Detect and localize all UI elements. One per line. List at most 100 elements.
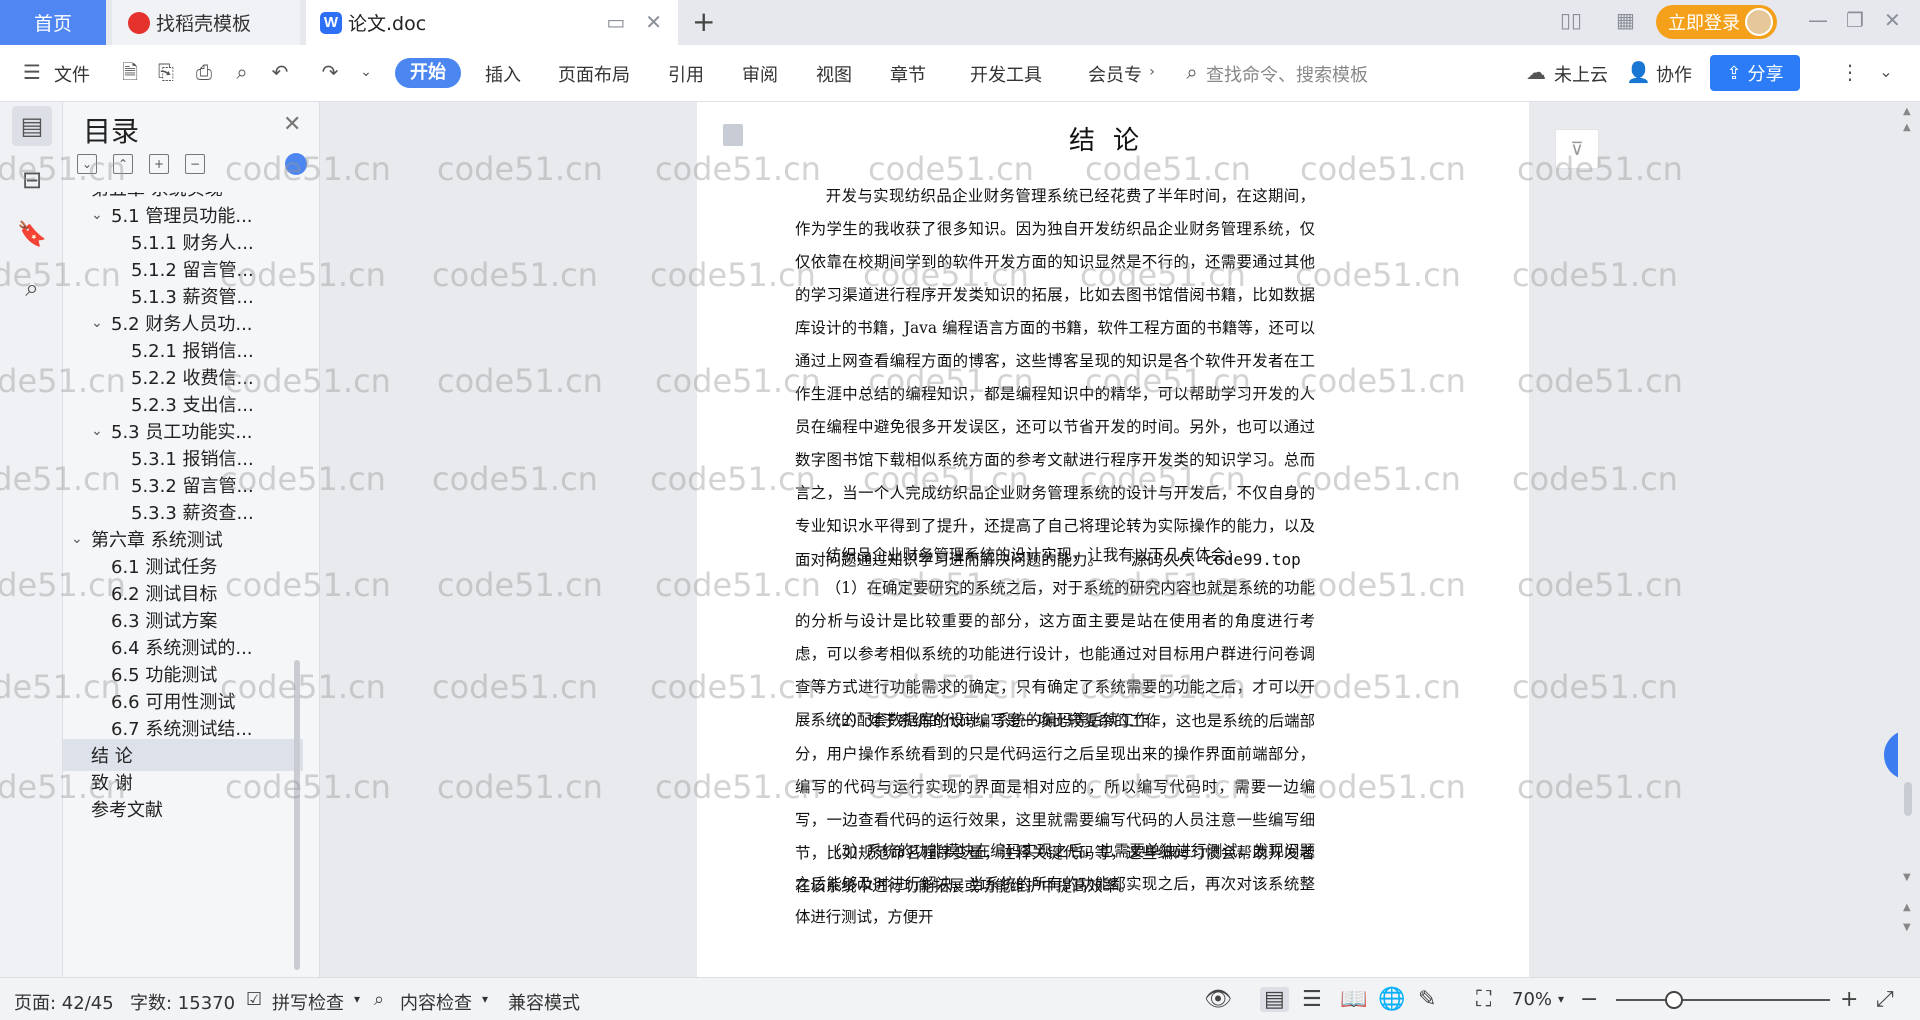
command-search-input[interactable]: 查找命令、搜索模板 xyxy=(1206,61,1368,87)
tab-insert[interactable]: 插入 xyxy=(485,61,521,87)
login-button[interactable]: 立即登录 xyxy=(1656,5,1777,39)
ai-assistant-icon[interactable] xyxy=(285,153,307,175)
toc-item-label: 致 谢 xyxy=(91,773,133,794)
menu-file[interactable]: 文件 xyxy=(54,61,90,87)
collab-button[interactable]: 协作 xyxy=(1656,61,1692,87)
expand-all-icon[interactable]: ⌄ xyxy=(77,154,97,174)
share-button[interactable]: ⇪ 分享 xyxy=(1710,55,1800,91)
vertical-scrollbar[interactable]: ▲ ▲ ▼ ▲ ▼ xyxy=(1898,102,1920,977)
restore-icon[interactable]: ❐ xyxy=(1846,8,1864,32)
page-view-icon[interactable]: ▤ xyxy=(1260,987,1289,1012)
scroll-page-up-icon[interactable]: ▲ xyxy=(1903,122,1911,133)
tab-start[interactable]: 开始 xyxy=(395,58,461,88)
tab-document[interactable]: W 论文.doc ▭ ✕ xyxy=(306,0,678,45)
tab-page-layout[interactable]: 页面布局 xyxy=(558,61,630,87)
minimize-icon[interactable]: — xyxy=(1808,8,1828,32)
toc-title: 目录 xyxy=(83,115,140,148)
scroll-thumb[interactable] xyxy=(1904,782,1912,816)
toc-scrollbar[interactable] xyxy=(294,660,300,970)
undo-icon[interactable]: ↶ xyxy=(268,60,292,84)
content-check-button[interactable]: 内容检查 xyxy=(400,989,472,1015)
zoom-in-icon[interactable]: + xyxy=(1840,987,1858,1012)
tab-review[interactable]: 审阅 xyxy=(742,61,778,87)
wps-writer-icon: W xyxy=(320,11,342,34)
toc-panel-icon[interactable]: ▤ xyxy=(12,106,52,146)
zoom-dropdown-icon[interactable]: ▾ xyxy=(1558,992,1564,1006)
print-icon[interactable]: ⎙ xyxy=(192,60,216,84)
menu-icon[interactable]: ☰ xyxy=(20,60,44,84)
fit-page-icon[interactable]: ⛶ xyxy=(1476,987,1491,1012)
chevron-down-icon[interactable]: ⌄ xyxy=(71,192,91,196)
spell-dropdown-icon[interactable]: ▾ xyxy=(354,992,360,1006)
redo-icon[interactable]: ↷ xyxy=(318,60,342,84)
paragraph-2: 纺织品企业财务管理系统的设计实现，让我有以下几点体会： xyxy=(825,546,1242,564)
cloud-icon: ☁ xyxy=(1526,60,1546,84)
toc-item-label: 5.3 员工功能实... xyxy=(111,422,253,443)
collapse-ribbon-icon[interactable]: ⌄ xyxy=(1874,60,1898,84)
print-preview-icon[interactable]: ⌕ xyxy=(230,60,254,84)
tab-devtools[interactable]: 开发工具 xyxy=(970,61,1042,87)
toc-item[interactable]: 参考文献 xyxy=(91,793,303,825)
export-pdf-icon[interactable]: ⎘ xyxy=(154,60,178,84)
more-options-icon[interactable]: ⋮ xyxy=(1838,60,1862,84)
save-icon[interactable]: 🗎 xyxy=(118,60,142,84)
reading-layout-icon[interactable]: ▯▯ xyxy=(1560,8,1582,32)
scroll-down-small-icon[interactable]: ▼ xyxy=(1903,872,1911,883)
tab-reference[interactable]: 引用 xyxy=(668,61,704,87)
scroll-page-up2-icon[interactable]: ▲ xyxy=(1903,902,1911,913)
tab-chapter[interactable]: 章节 xyxy=(890,61,926,87)
collapse-all-icon[interactable]: ⌃ xyxy=(113,154,133,174)
spell-check-button[interactable]: 拼写检查 xyxy=(272,989,344,1015)
zoom-slider[interactable] xyxy=(1616,999,1830,1001)
close-window-icon[interactable]: ✕ xyxy=(1884,8,1901,32)
page-counter[interactable]: 页面: 42/45 xyxy=(14,989,114,1015)
tab-pin-icon[interactable]: ▭ xyxy=(606,10,625,34)
login-label: 立即登录 xyxy=(1668,13,1740,34)
toc-item-label: 6.4 系统测试的... xyxy=(111,638,253,659)
tab-member[interactable]: 会员专 xyxy=(1088,61,1142,87)
tab-home-label: 首页 xyxy=(33,13,72,35)
read-view-icon[interactable]: 📖 xyxy=(1340,987,1367,1012)
apps-grid-icon[interactable]: ▦ xyxy=(1616,8,1635,32)
ribbon-more-icon[interactable]: › xyxy=(1140,60,1164,84)
eye-protect-icon[interactable]: 👁 xyxy=(1204,987,1232,1012)
chapter-nav-icon[interactable]: ⊟ xyxy=(12,160,52,200)
new-tab-icon[interactable]: + xyxy=(692,8,715,36)
sidebar-toggle-icon[interactable]: ⊽ xyxy=(1555,129,1599,169)
chevron-down-icon[interactable]: ⌄ xyxy=(91,315,111,331)
tab-home[interactable]: 首页 xyxy=(0,0,106,45)
title-tab-bar: 首页 找稻壳模板 W 论文.doc ▭ ✕ + ▯▯ ▦ 立即登录 — ❐ ✕ xyxy=(0,0,1920,45)
web-view-icon[interactable]: 🌐 xyxy=(1378,987,1405,1012)
close-icon[interactable]: ✕ xyxy=(283,112,301,137)
tab-close-icon[interactable]: ✕ xyxy=(645,10,662,34)
toc-item-label: 6.3 测试方案 xyxy=(111,611,218,632)
zoom-out-icon[interactable]: − xyxy=(1580,987,1598,1012)
daoke-logo-icon xyxy=(128,11,150,34)
cloud-status[interactable]: 未上云 xyxy=(1554,61,1608,87)
chevron-down-icon[interactable]: ⌄ xyxy=(91,207,111,223)
scroll-up-icon[interactable]: ▲ xyxy=(1903,106,1911,117)
write-mode-icon[interactable]: ✎ xyxy=(1418,987,1436,1012)
chevron-down-icon[interactable]: ⌄ xyxy=(71,531,91,547)
paragraph-1: 开发与实现纺织品企业财务管理系统已经花费了半年时间，在这期间，作为学生的我收获了… xyxy=(795,180,1315,577)
find-icon[interactable]: ⌕ xyxy=(12,268,52,308)
quick-access-dropdown-icon[interactable]: ⌄ xyxy=(354,60,378,84)
toc-panel: 目录 ✕ ⌄ ⌃ + − ⌄第五章 系统实现⌄5.1 管理员功能...5.1.1… xyxy=(63,102,320,977)
zoom-slider-handle[interactable] xyxy=(1664,991,1683,1009)
chevron-down-icon[interactable]: ⌄ xyxy=(91,423,111,439)
outline-view-icon[interactable]: ☰ xyxy=(1302,987,1322,1012)
word-count[interactable]: 字数: 15370 xyxy=(130,989,235,1015)
collab-icon: 👤 xyxy=(1626,60,1651,84)
content-dropdown-icon[interactable]: ▾ xyxy=(482,992,488,1006)
tab-daoke-templates[interactable]: 找稻壳模板 xyxy=(112,0,300,45)
scroll-page-down-icon[interactable]: ▼ xyxy=(1903,922,1911,933)
add-heading-icon[interactable]: + xyxy=(149,154,169,174)
zoom-level[interactable]: 70% xyxy=(1512,989,1552,1010)
status-bar: 页面: 42/45 字数: 15370 ☑ 拼写检查 ▾ ⌕ 内容检查 ▾ 兼容… xyxy=(0,977,1920,1020)
bookmark-icon[interactable]: 🔖 xyxy=(12,214,52,254)
remove-heading-icon[interactable]: − xyxy=(185,154,205,174)
toc-item-label: 5.3.1 报销信... xyxy=(131,449,254,470)
tab-view[interactable]: 视图 xyxy=(816,61,852,87)
document-page[interactable]: 结论 开发与实现纺织品企业财务管理系统已经花费了半年时间，在这期间，作为学生的我… xyxy=(697,102,1529,977)
fullscreen-icon[interactable]: ⤢ xyxy=(1876,987,1894,1012)
